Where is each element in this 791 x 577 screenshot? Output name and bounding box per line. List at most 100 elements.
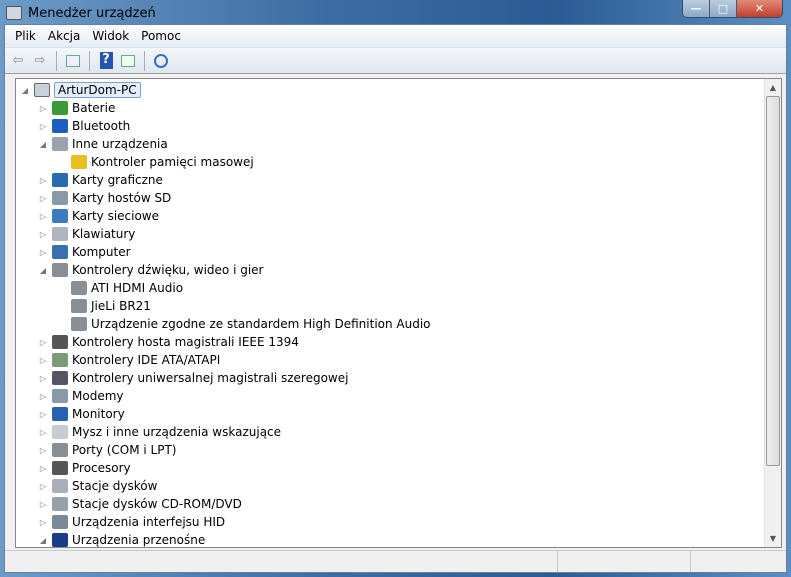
tree-root[interactable]: ◢ ArturDom-PC bbox=[20, 81, 141, 99]
expand-arrow-icon[interactable]: ▷ bbox=[38, 338, 48, 347]
tree-item-label: Urządzenie zgodne ze standardem High Def… bbox=[91, 317, 431, 331]
tree-item[interactable]: ▷ Urządzenia interfejsu HID bbox=[38, 513, 225, 531]
device-category-icon bbox=[52, 101, 68, 115]
tree-item[interactable]: ▷ Komputer bbox=[38, 243, 131, 261]
console-tree-icon bbox=[66, 54, 80, 67]
device-category-icon bbox=[52, 533, 68, 547]
tree-root-label: ArturDom-PC bbox=[54, 82, 141, 98]
scan-hardware-icon bbox=[154, 53, 168, 68]
help-icon: ? bbox=[99, 52, 113, 69]
device-category-icon bbox=[71, 317, 87, 331]
toolbar-separator bbox=[144, 50, 145, 71]
menu-pomoc[interactable]: Pomoc bbox=[135, 29, 187, 43]
expand-arrow-icon[interactable]: ▷ bbox=[38, 464, 48, 473]
tree-item-label: ATI HDMI Audio bbox=[91, 281, 184, 295]
tree-item[interactable]: ▷ Karty graficzne bbox=[38, 171, 163, 189]
expand-arrow-icon[interactable]: ▷ bbox=[38, 410, 48, 419]
expand-arrow-icon[interactable]: ▷ bbox=[38, 248, 48, 257]
tree-item[interactable]: ▷ Porty (COM i LPT) bbox=[38, 441, 176, 459]
tree-item[interactable]: ▷ Mysz i inne urządzenia wskazujące bbox=[38, 423, 281, 441]
expand-arrow-icon[interactable]: ▷ bbox=[38, 428, 48, 437]
collapse-arrow-icon[interactable]: ◢ bbox=[38, 536, 48, 545]
tree-item[interactable]: ◢ Kontrolery dźwięku, wideo i gier bbox=[38, 261, 263, 279]
tree-item-label: Kontroler pamięci masowej bbox=[91, 155, 254, 169]
expand-arrow-icon[interactable]: ▷ bbox=[38, 356, 48, 365]
expand-arrow-icon[interactable]: ▷ bbox=[38, 500, 48, 509]
vertical-scrollbar[interactable]: ▲ ▼ bbox=[764, 79, 781, 547]
menu-widok[interactable]: Widok bbox=[86, 29, 135, 43]
device-category-icon bbox=[71, 281, 87, 295]
expand-arrow-icon[interactable]: ▷ bbox=[38, 446, 48, 455]
tree-item[interactable]: ▷ Klawiatury bbox=[38, 225, 135, 243]
device-category-icon bbox=[52, 425, 68, 439]
device-category-icon bbox=[52, 353, 68, 367]
expand-arrow-icon[interactable]: ▷ bbox=[38, 392, 48, 401]
device-category-icon bbox=[52, 227, 68, 241]
tree-item[interactable]: ▷ Procesory bbox=[38, 459, 131, 477]
minimize-button[interactable]: — bbox=[683, 0, 710, 17]
expand-arrow-icon[interactable]: ▷ bbox=[38, 230, 48, 239]
tree-item-label: Karty hostów SD bbox=[72, 191, 172, 205]
tree-item[interactable]: ▷ Kontrolery uniwersalnej magistrali szer… bbox=[38, 369, 348, 387]
device-category-icon bbox=[52, 371, 68, 385]
tree-item[interactable]: ▷ Stacje dysków bbox=[38, 477, 157, 495]
tree-item[interactable]: Urządzenie zgodne ze standardem High Def… bbox=[57, 315, 431, 333]
expand-arrow-icon[interactable]: ▷ bbox=[38, 176, 48, 185]
device-category-icon bbox=[52, 335, 68, 349]
tree-item[interactable]: ▷ Baterie bbox=[38, 99, 115, 117]
tree-item[interactable]: ▷ Kontrolery IDE ATA/ATAPI bbox=[38, 351, 220, 369]
scroll-down-arrow-icon[interactable]: ▼ bbox=[765, 530, 781, 547]
expand-arrow-icon[interactable]: ▷ bbox=[38, 518, 48, 527]
tree-item[interactable]: ▷ Bluetooth bbox=[38, 117, 130, 135]
tree-item[interactable]: ◢ Inne urządzenia bbox=[38, 135, 168, 153]
status-pane bbox=[558, 551, 691, 572]
tree-item-label: Stacje dysków CD-ROM/DVD bbox=[72, 497, 242, 511]
help-button[interactable]: ? bbox=[97, 52, 115, 70]
collapse-arrow-icon[interactable]: ◢ bbox=[38, 266, 48, 275]
menu-plik[interactable]: Plik bbox=[9, 29, 42, 43]
menu-akcja[interactable]: Akcja bbox=[42, 29, 86, 43]
expand-arrow-icon[interactable]: ▷ bbox=[38, 122, 48, 131]
status-pane bbox=[5, 551, 558, 572]
tree-item[interactable]: ▷ Stacje dysków CD-ROM/DVD bbox=[38, 495, 242, 513]
tree-item[interactable]: ▷ Kontrolery hosta magistrali IEEE 1394 bbox=[38, 333, 299, 351]
expand-arrow-icon[interactable]: ▷ bbox=[38, 212, 48, 221]
tree-item-label: Modemy bbox=[72, 389, 124, 403]
back-button[interactable]: ⇦ bbox=[9, 52, 27, 70]
expand-arrow-icon[interactable]: ▷ bbox=[38, 482, 48, 491]
forward-button[interactable]: ⇨ bbox=[31, 52, 49, 70]
tree-item[interactable]: ▷ Karty hostów SD bbox=[38, 189, 171, 207]
tree-item-label: Karty graficzne bbox=[72, 173, 163, 187]
collapse-arrow-icon[interactable]: ◢ bbox=[20, 86, 30, 95]
tree-item[interactable]: ▷ Modemy bbox=[38, 387, 124, 405]
tree-item[interactable]: ▷ Karty sieciowe bbox=[38, 207, 159, 225]
device-category-icon bbox=[52, 173, 68, 187]
tree-item-label: Kontrolery uniwersalnej magistrali szere… bbox=[72, 371, 349, 385]
tree-item[interactable]: JieLi BR21 bbox=[57, 297, 151, 315]
scrollbar-thumb[interactable] bbox=[766, 96, 780, 466]
tree-item-label: Monitory bbox=[72, 407, 125, 421]
toolbar-separator bbox=[56, 50, 57, 71]
close-button[interactable]: ✕ bbox=[737, 0, 782, 17]
tree-item[interactable]: ATI HDMI Audio bbox=[57, 279, 183, 297]
show-action-pane-button[interactable] bbox=[119, 52, 137, 70]
collapse-arrow-icon[interactable]: ◢ bbox=[38, 140, 48, 149]
show-hide-console-tree-button[interactable] bbox=[64, 52, 82, 70]
tree-item[interactable]: Kontroler pamięci masowej bbox=[57, 153, 254, 171]
scroll-up-arrow-icon[interactable]: ▲ bbox=[765, 79, 781, 96]
computer-icon bbox=[34, 83, 50, 97]
tree-item[interactable]: ◢ Urządzenia przenośne bbox=[38, 531, 205, 547]
scan-hardware-button[interactable] bbox=[152, 52, 170, 70]
expand-arrow-icon[interactable]: ▷ bbox=[38, 374, 48, 383]
maximize-button[interactable]: □ bbox=[710, 0, 737, 17]
device-category-icon bbox=[52, 191, 68, 205]
status-bar bbox=[5, 550, 786, 572]
expand-arrow-icon[interactable]: ▷ bbox=[38, 194, 48, 203]
menu-bar: Plik Akcja Widok Pomoc bbox=[5, 25, 786, 48]
tree-item[interactable]: ▷ Monitory bbox=[38, 405, 125, 423]
tree-item-label: Bluetooth bbox=[72, 119, 131, 133]
tree-item-label: Klawiatury bbox=[72, 227, 136, 241]
tree-item-label: Inne urządzenia bbox=[72, 137, 168, 151]
expand-arrow-icon[interactable]: ▷ bbox=[38, 104, 48, 113]
device-category-icon bbox=[52, 515, 68, 529]
